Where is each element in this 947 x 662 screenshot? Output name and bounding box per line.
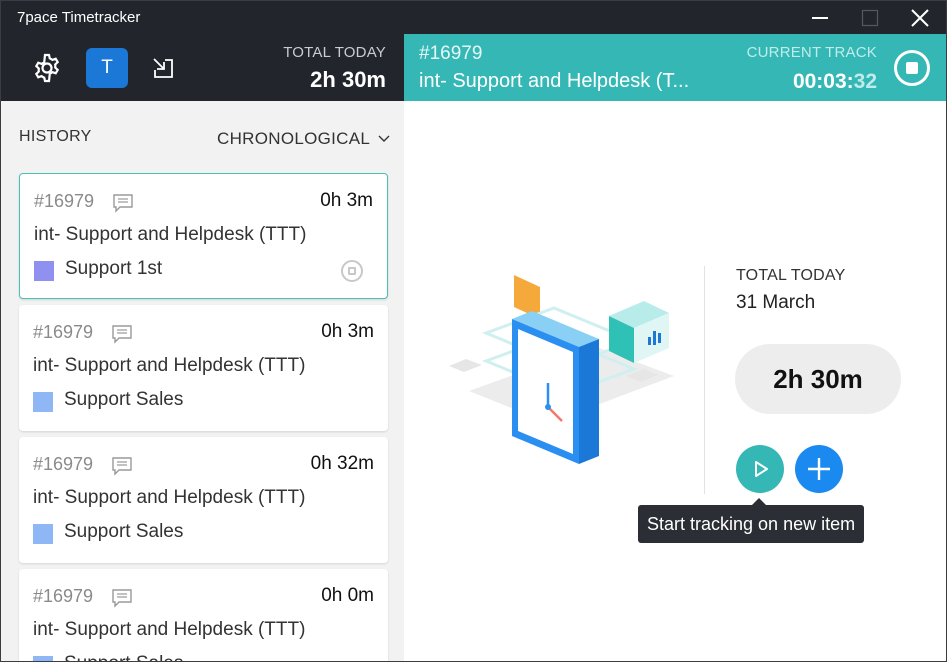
sort-order-value: CHRONOLOGICAL (217, 129, 371, 148)
add-item-button[interactable] (795, 445, 843, 493)
tag-color-swatch (33, 524, 53, 544)
sort-order-dropdown[interactable]: CHRONOLOGICAL (217, 129, 390, 149)
comment-icon[interactable] (111, 588, 133, 608)
timer-seconds: 32 (853, 70, 877, 93)
maximize-icon (861, 9, 879, 26)
current-track-timer: 00:03:32 (793, 70, 877, 94)
history-item[interactable]: #16979 0h 3m int- Support and Helpdesk (… (19, 173, 388, 299)
history-item-tag: Support Sales (64, 521, 184, 542)
maximize-window-button[interactable] (847, 1, 893, 34)
history-panel: HISTORY CHRONOLOGICAL #16979 0h 3m int- … (1, 101, 404, 661)
stop-icon (348, 267, 356, 275)
summary-total-value: 2h 30m (735, 344, 901, 414)
gear-icon (34, 53, 60, 83)
history-item-tag: Support Sales (64, 653, 183, 661)
minimize-icon (812, 16, 828, 19)
history-item-tag: Support 1st (65, 258, 163, 279)
history-item-duration: 0h 3m (320, 190, 373, 211)
start-tracking-tooltip: Start tracking on new item (638, 505, 865, 543)
main-panel: TOTAL TODAY 31 March 2h 30m Start tracki… (404, 101, 946, 661)
header-toolbar: T TOTAL TODAY 2h 30m (1, 34, 404, 101)
summary-total-label: TOTAL TODAY (736, 267, 846, 284)
user-avatar-button[interactable]: T (86, 48, 128, 88)
summary-date: 31 March (736, 292, 816, 313)
comment-icon[interactable] (111, 324, 133, 344)
settings-button[interactable] (31, 52, 63, 84)
current-track-bar[interactable]: #16979 int- Support and Helpdesk (T... C… (404, 34, 946, 101)
close-icon (911, 8, 929, 27)
total-today-label: TOTAL TODAY (283, 44, 386, 61)
history-item[interactable]: #16979 0h 32m int- Support and Helpdesk … (19, 437, 388, 563)
total-today-value: 2h 30m (310, 67, 386, 92)
tag-color-swatch (33, 656, 53, 661)
close-window-button[interactable] (897, 1, 943, 34)
minimize-window-button[interactable] (797, 1, 843, 34)
title-bar[interactable]: 7pace Timetracker (1, 1, 946, 34)
history-item-duration: 0h 32m (310, 453, 374, 474)
history-item[interactable]: #16979 0h 3m int- Support and Helpdesk (… (19, 305, 388, 431)
history-item-id[interactable]: #16979 (33, 322, 93, 343)
history-label: HISTORY (19, 128, 92, 145)
chevron-down-icon (378, 135, 390, 142)
collapse-arrow-icon (153, 58, 173, 78)
stop-tracking-button[interactable] (894, 50, 930, 86)
current-track-title[interactable]: int- Support and Helpdesk (T... (419, 70, 719, 93)
history-item-title: int- Support and Helpdesk (TTT) (34, 224, 307, 245)
comment-icon[interactable] (111, 456, 133, 476)
comment-icon[interactable] (112, 193, 134, 213)
history-item-id[interactable]: #16979 (33, 454, 93, 475)
timer-main: 00:03: (792, 70, 854, 93)
current-track-label: CURRENT TRACK (746, 44, 877, 61)
current-track-id[interactable]: #16979 (419, 43, 482, 65)
stop-item-button[interactable] (341, 260, 363, 282)
history-item-title: int- Support and Helpdesk (TTT) (33, 487, 306, 508)
app-window: 7pace Timetracker T TOTAL TODAY 2h 30m #… (0, 0, 947, 662)
history-item-title: int- Support and Helpdesk (TTT) (33, 619, 306, 640)
play-icon (755, 461, 768, 477)
stop-icon (906, 62, 918, 74)
tag-color-swatch (34, 261, 54, 281)
history-item-id[interactable]: #16979 (34, 191, 94, 212)
plus-icon (808, 458, 830, 480)
history-item[interactable]: #16979 0h 0m int- Support and Helpdesk (… (19, 569, 388, 661)
start-tracking-button[interactable] (736, 445, 784, 493)
history-item-id[interactable]: #16979 (33, 586, 93, 607)
history-item-tag: Support Sales (64, 389, 184, 410)
tag-color-swatch (33, 392, 53, 412)
history-item-duration: 0h 0m (321, 585, 374, 606)
history-item-title: int- Support and Helpdesk (TTT) (33, 355, 306, 376)
history-item-duration: 0h 3m (321, 321, 374, 342)
panel-divider (704, 266, 705, 494)
clock-illustration (449, 275, 674, 464)
compact-view-button[interactable] (151, 56, 175, 80)
window-title: 7pace Timetracker (17, 9, 141, 26)
